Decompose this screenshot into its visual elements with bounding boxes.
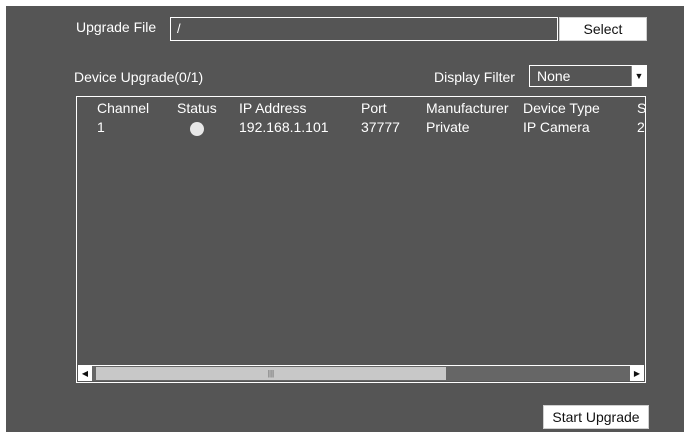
upgrade-file-path-input[interactable]: / (170, 17, 558, 41)
cell-ip: 192.168.1.101 (239, 119, 329, 135)
select-file-button[interactable]: Select (559, 17, 647, 41)
start-upgrade-button[interactable]: Start Upgrade (543, 405, 649, 429)
horizontal-scrollbar[interactable]: ◀ ||| ▶ (78, 365, 644, 381)
display-filter-select[interactable]: None ▼ (529, 65, 647, 87)
upgrade-file-label: Upgrade File (76, 19, 157, 35)
col-s-header[interactable]: S (637, 100, 645, 116)
cell-channel: 1 (97, 119, 105, 135)
cell-device-type: IP Camera (523, 119, 590, 135)
cell-port: 37777 (361, 119, 400, 135)
col-manufacturer-header[interactable]: Manufacturer (426, 100, 508, 116)
device-upgrade-title: Device Upgrade(0/1) (74, 69, 204, 85)
cell-s: 2 (637, 119, 645, 135)
scrollbar-thumb[interactable]: ||| (96, 367, 446, 380)
chevron-down-icon[interactable]: ▼ (631, 66, 646, 86)
col-port-header[interactable]: Port (361, 100, 387, 116)
col-status-header[interactable]: Status (177, 100, 217, 116)
device-table: Channel Status IP Address Port Manufactu… (76, 96, 646, 383)
cell-manufacturer: Private (426, 119, 470, 135)
display-filter-label: Display Filter (434, 69, 515, 85)
upgrade-panel: Upgrade File / Select Device Upgrade(0/1… (6, 6, 684, 432)
col-channel-header[interactable]: Channel (97, 100, 149, 116)
status-dot-icon (190, 122, 204, 136)
arrow-left-icon[interactable]: ◀ (78, 366, 92, 381)
display-filter-value: None (537, 68, 571, 84)
col-ip-header[interactable]: IP Address (239, 100, 306, 116)
col-device-type-header[interactable]: Device Type (523, 100, 600, 116)
arrow-right-icon[interactable]: ▶ (630, 366, 644, 381)
